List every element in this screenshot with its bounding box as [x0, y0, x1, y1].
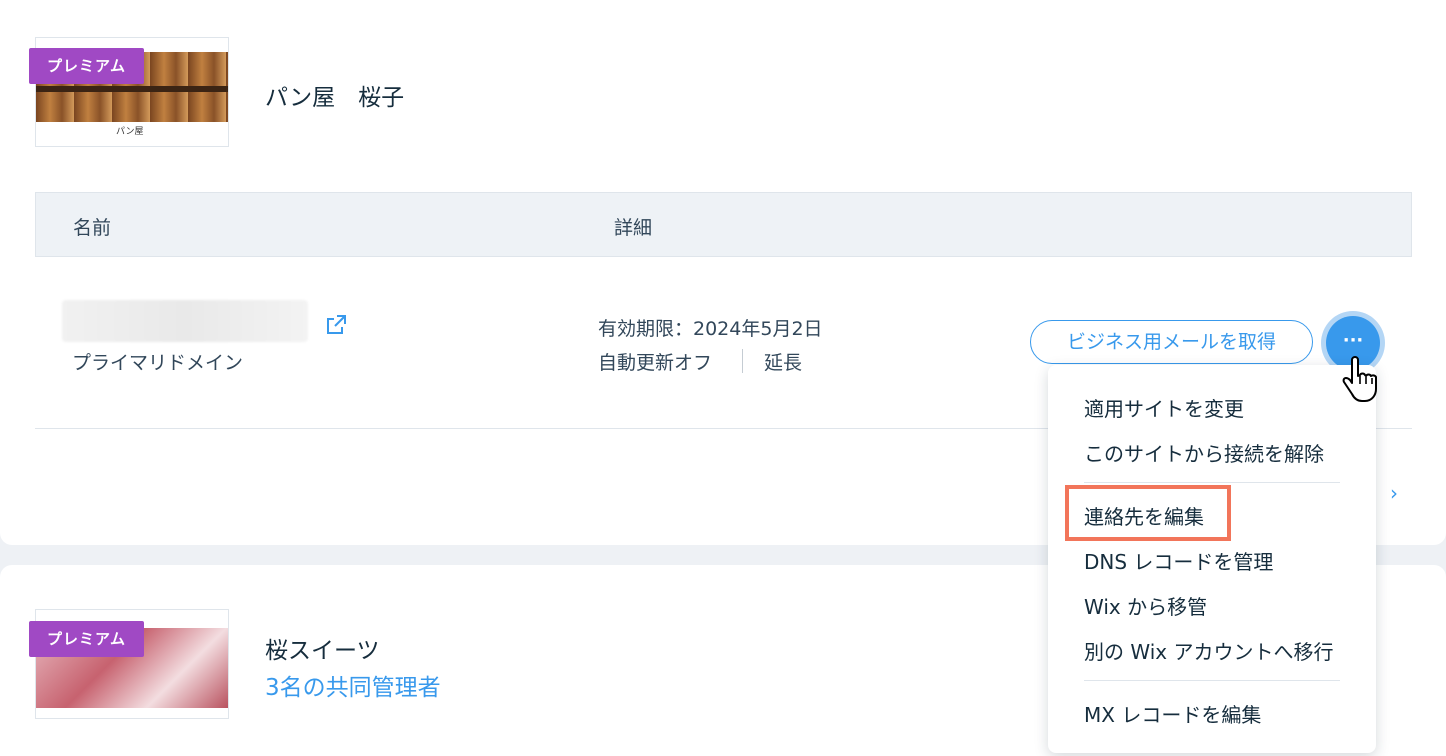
extend-link[interactable]: 延長: [764, 348, 802, 375]
menu-item-move-account[interactable]: 別の Wix アカウントへ移行: [1084, 636, 1333, 665]
get-business-email-button[interactable]: ビジネス用メールを取得: [1030, 320, 1313, 364]
actions-menu: 適用サイトを変更 このサイトから接続を解除 連絡先を編集 DNS レコードを管理…: [1048, 365, 1376, 753]
separator: [742, 349, 743, 373]
collaborators-link[interactable]: 3名の共同管理者: [265, 668, 441, 702]
menu-divider: [1084, 482, 1340, 483]
chevron-right-icon[interactable]: ›: [1390, 481, 1398, 505]
premium-badge: プレミアム: [29, 621, 144, 657]
domain-type-label: プライマリドメイン: [72, 352, 244, 374]
external-link-icon[interactable]: [324, 313, 348, 337]
premium-badge: プレミアム: [29, 48, 144, 84]
column-header-name: 名前: [73, 217, 112, 239]
hand-cursor-icon: [1342, 356, 1377, 402]
menu-item-manage-dns[interactable]: DNS レコードを管理: [1084, 546, 1273, 575]
menu-divider: [1084, 680, 1340, 681]
menu-item-change-site[interactable]: 適用サイトを変更: [1084, 393, 1244, 422]
thumbnail-caption: パン屋: [116, 127, 144, 137]
site-name[interactable]: 桜スイーツ: [265, 631, 380, 665]
menu-item-transfer-away[interactable]: Wix から移管: [1084, 591, 1207, 620]
expiry-date: 有効期限：2024年5月2日: [598, 318, 823, 340]
domain-name-blurred[interactable]: [62, 300, 308, 342]
site-name[interactable]: パン屋 桜子: [265, 78, 404, 112]
auto-renew-status: 自動更新オフ: [598, 352, 713, 374]
table-header: 名前 詳細: [35, 192, 1412, 257]
column-header-details: 詳細: [614, 217, 653, 239]
menu-item-edit-mx[interactable]: MX レコードを編集: [1084, 699, 1261, 728]
menu-item-disconnect[interactable]: このサイトから接続を解除: [1084, 438, 1324, 467]
highlight-box: [1065, 485, 1231, 541]
